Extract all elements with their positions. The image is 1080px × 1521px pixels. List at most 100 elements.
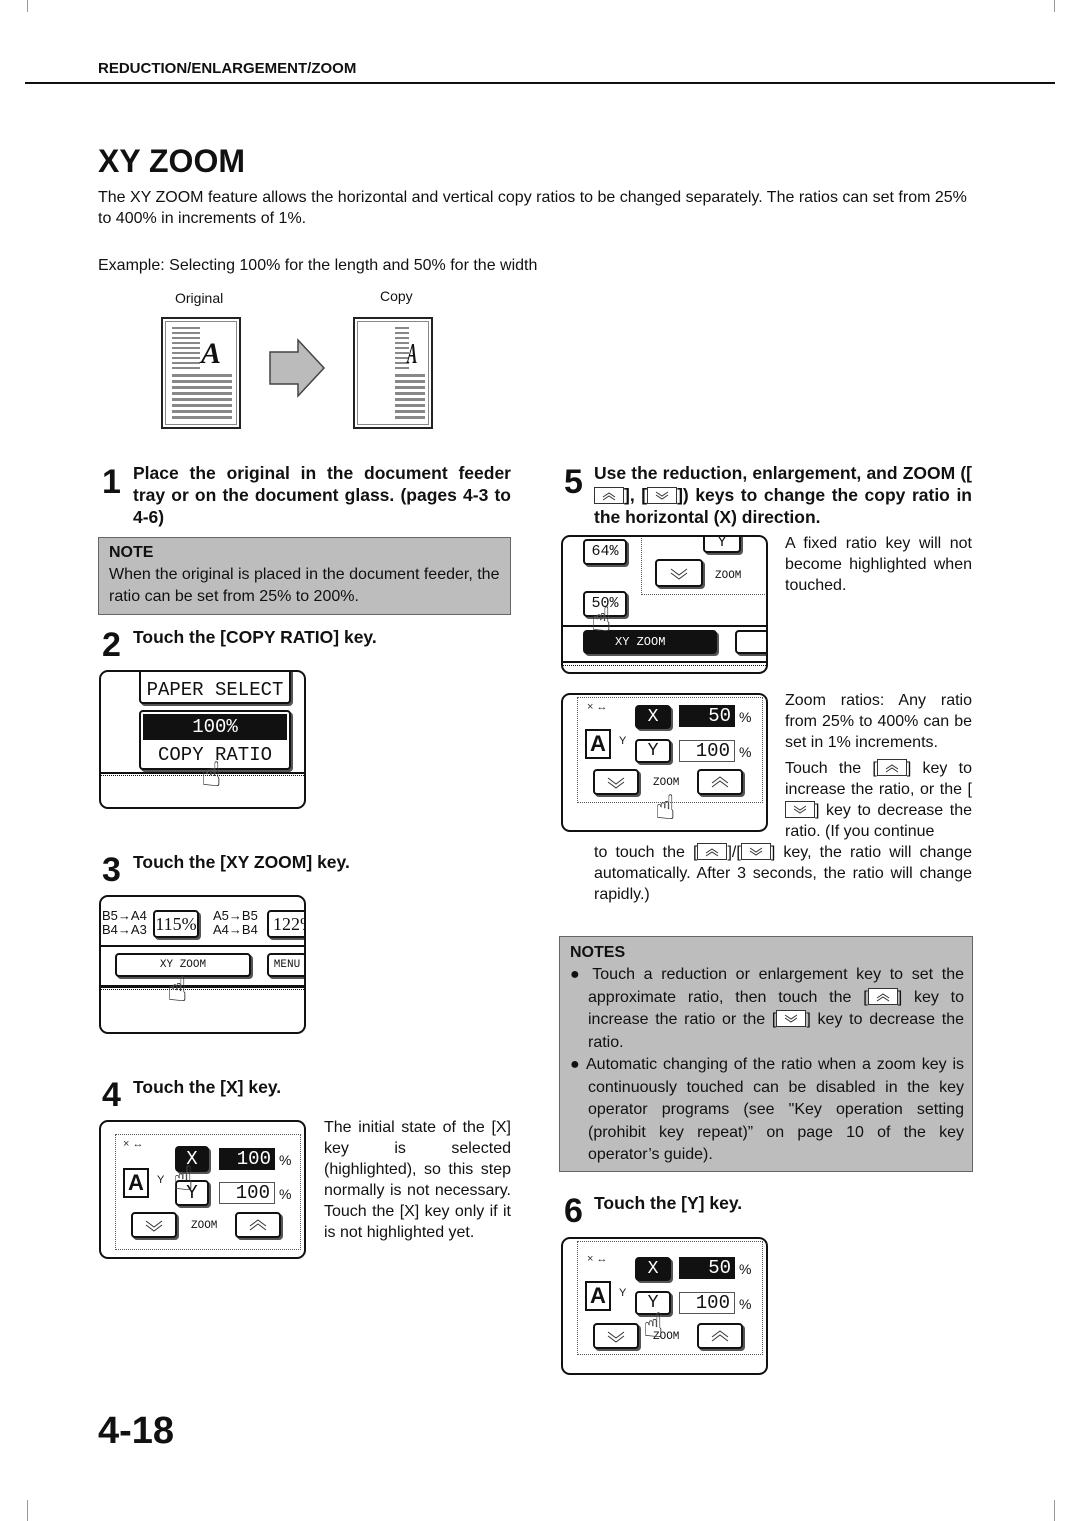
zoom-down-key[interactable] [131, 1212, 177, 1238]
zoom-ratio-note: Zoom ratios: Any ratio from 25% to 400% … [785, 692, 972, 751]
notes-title: NOTES [570, 944, 626, 961]
percent-label: % [279, 1152, 292, 1168]
paper-select-key[interactable]: PAPER SELECT [139, 672, 291, 704]
zoom-down-icon [740, 843, 771, 860]
zoom-up-icon [711, 776, 729, 788]
zoom-down-icon [647, 487, 678, 504]
intro-text: The XY ZOOM feature allows the horizonta… [98, 189, 967, 227]
step-number: 4 [102, 1076, 121, 1114]
section-header: REDUCTION/ENLARGEMENT/ZOOM [98, 60, 357, 77]
crop-mark [1054, 1500, 1055, 1521]
zoom-down-icon [145, 1220, 163, 1232]
pointing-hand-icon: ☝ [591, 600, 612, 640]
y-key[interactable]: Y [635, 739, 671, 763]
ratio-display: 100% [143, 714, 287, 740]
percent-label: % [739, 709, 752, 725]
xy-zoom-panel: × ↔ A Y X 50 % Y 100 % ZOOM ☝ [561, 693, 768, 832]
step4-description: The initial state of the [X] key is sele… [324, 1119, 511, 1241]
page-title: XY ZOOM [98, 143, 245, 179]
step-heading: Use the reduction, enlargement, and ZOOM… [594, 463, 972, 527]
zoom-up-key[interactable] [697, 1323, 743, 1349]
step-heading: Touch the [XY ZOOM] key. [133, 852, 350, 872]
note-text: When the original is placed in the docum… [109, 566, 500, 605]
step-heading: Touch the [COPY RATIO] key. [133, 627, 377, 647]
zoom-up-icon [697, 843, 728, 860]
y-value: 100 [679, 1292, 735, 1314]
fixed-ratio-note: A fixed ratio key will not become highli… [785, 535, 972, 594]
y-dimension-label: Y [619, 1287, 627, 1299]
document-a-icon: A [123, 1168, 149, 1198]
notes-item: ● Automatic changing of the ratio when a… [570, 1056, 964, 1163]
copy-label: Copy [380, 288, 413, 304]
zoom-up-icon [249, 1219, 267, 1231]
page-number: 4-18 [98, 1410, 175, 1452]
zoom-keys-note: Touch the [] key to increase the ratio, … [785, 759, 972, 840]
x-value: 50 [679, 1257, 735, 1279]
pointing-hand-icon: ☝ [167, 970, 188, 1010]
y-dimension-label: Y [619, 735, 627, 747]
xy-zoom-panel: × ↔ A Y X 50 % Y 100 % ZOOM ☝ [561, 1237, 768, 1375]
zoom-down-key[interactable] [655, 559, 703, 587]
step-heading: Touch the [X] key. [133, 1077, 282, 1097]
x-key[interactable]: X [635, 1257, 671, 1281]
zoom-label: ZOOM [191, 1220, 218, 1232]
percent-label: % [279, 1186, 292, 1202]
y-value: 100 [219, 1182, 275, 1204]
zoom-up-key[interactable] [235, 1212, 281, 1238]
crop-mark [1054, 0, 1055, 12]
y-value: 100 [679, 740, 735, 762]
zoom-up-icon [711, 1330, 729, 1342]
zoom-up-key[interactable] [697, 769, 743, 795]
zoom-down-icon [776, 1010, 807, 1027]
step-number: 2 [102, 626, 121, 664]
crop-mark [27, 0, 28, 12]
x-value: 50 [679, 705, 735, 727]
step-number: 1 [102, 463, 121, 501]
ratio-selection-panel: B5→A4B4→A3 115% A5→B5A4→B4 122% XY ZOOM … [99, 895, 306, 1034]
zoom-down-icon [785, 801, 815, 818]
pointing-hand-icon: ☝ [201, 755, 222, 795]
step-heading: Touch the [Y] key. [594, 1193, 743, 1213]
y-dimension-label: Y [157, 1174, 165, 1186]
menu-key[interactable]: MENU [267, 953, 304, 977]
header-rule [25, 82, 1055, 84]
step-heading: Place the original in the document feede… [133, 463, 511, 527]
zoom-down-key[interactable] [593, 769, 639, 795]
note-box: NOTE When the original is placed in the … [98, 537, 511, 615]
ratio-label: A5→B5 [213, 908, 258, 923]
y-key[interactable]: Y [703, 537, 741, 553]
x-value: 100 [219, 1148, 275, 1170]
example-text: Example: Selecting 100% for the length a… [98, 257, 538, 274]
zoom-keys-note-continued: to touch the []/[] key, the ratio will c… [594, 843, 973, 903]
document-a-icon: A [585, 1281, 611, 1311]
ratio-label: B5→A4 [102, 908, 147, 923]
percent-label: % [739, 744, 752, 760]
ratio-key-115[interactable]: 115% [153, 910, 199, 938]
crop-mark [27, 1500, 28, 1521]
step-number: 6 [564, 1192, 583, 1230]
ratio-key-122[interactable]: 122% [267, 910, 304, 938]
document-a-icon: A [585, 729, 611, 759]
arrow-right-icon [269, 338, 326, 398]
zoom-label: ZOOM [715, 570, 742, 582]
copy-ratio-panel: PAPER SELECT 100% COPY RATIO ☝ [99, 670, 306, 809]
ratio-key-64[interactable]: 64% [583, 539, 627, 565]
note-title: NOTE [109, 544, 154, 561]
notes-box: NOTES ● Touch a reduction or enlargement… [559, 936, 973, 1172]
copy-document-illustration: A [353, 317, 433, 429]
ratio-label: A4→B4 [213, 922, 258, 937]
original-document-illustration: A [161, 317, 241, 429]
pointing-hand-icon: ☝ [655, 788, 676, 828]
zoom-up-icon [594, 487, 624, 504]
original-label: Original [175, 290, 224, 306]
xy-zoom-panel: × ↔ A Y X 100 % Y 100 % ZOOM ☝ [99, 1120, 306, 1259]
zoom-up-icon [876, 759, 907, 776]
step-number: 5 [564, 463, 583, 501]
x-key[interactable]: X [635, 705, 671, 729]
fixed-ratio-panel: 64% Y ZOOM 50% XY ZOOM ☝ [561, 535, 768, 674]
zoom-down-key[interactable] [593, 1323, 639, 1349]
pointing-hand-icon: ☝ [643, 1306, 664, 1346]
ratio-label: B4→A3 [102, 922, 147, 937]
menu-key[interactable] [735, 630, 766, 654]
percent-label: % [739, 1261, 752, 1277]
